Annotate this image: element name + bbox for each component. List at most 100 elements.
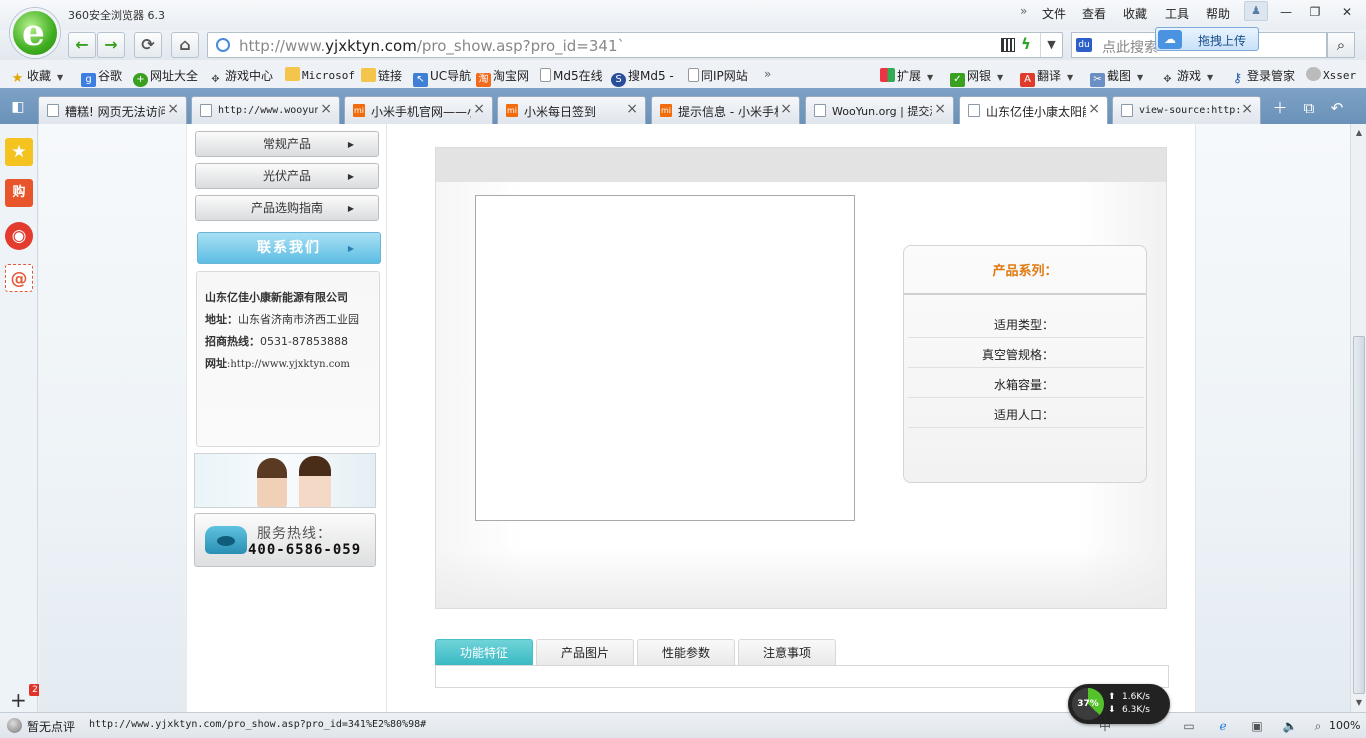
bookmark-taobao[interactable]: 淘淘宝网: [476, 67, 529, 87]
menu-favorites[interactable]: 收藏: [1123, 5, 1147, 22]
favorites-star-icon[interactable]: ★: [5, 138, 33, 166]
upload-speed: ⬆ 1.6K/s: [1108, 692, 1150, 702]
search-input[interactable]: 点此搜索: [1102, 37, 1158, 57]
tab-precautions[interactable]: 注意事项: [738, 639, 836, 665]
scroll-down-icon[interactable]: ▼: [1352, 695, 1366, 711]
bookmark-links[interactable]: 链接: [361, 67, 402, 84]
tab-3[interactable]: mi 小米每日签到 ×: [497, 96, 646, 124]
tab-1[interactable]: http://www.wooyun.org×: [191, 96, 340, 124]
shopping-icon[interactable]: 购: [5, 179, 33, 207]
toolbar-user[interactable]: Xsser: [1306, 67, 1356, 82]
user-icon: [1306, 67, 1321, 81]
add-sidebar-icon[interactable]: +: [10, 688, 27, 712]
company-name: 山东亿佳小康新能源有限公司: [205, 291, 348, 304]
tab-7[interactable]: view-source:http://×: [1112, 96, 1261, 124]
close-tab-icon[interactable]: ×: [167, 101, 179, 117]
close-tab-icon[interactable]: ×: [1088, 101, 1100, 117]
screenshot-icon: ✂: [1090, 73, 1105, 87]
address-input[interactable]: http://www.yjxktyn.com/pro_show.asp?pro_…: [239, 37, 625, 55]
app-title: 360安全浏览器 6.3: [68, 9, 165, 22]
tab-4[interactable]: mi 提示信息 - 小米手机 ×: [651, 96, 800, 124]
skin-icon[interactable]: ♟: [1244, 1, 1268, 21]
category-pv-products[interactable]: 光伏产品 ▶: [195, 163, 379, 189]
baidu-icon[interactable]: du: [1076, 38, 1092, 52]
translate-icon: A: [1020, 73, 1035, 87]
close-tab-icon[interactable]: ×: [934, 101, 946, 117]
tab-performance[interactable]: 性能参数: [637, 639, 735, 665]
bookmark-google[interactable]: g 谷歌: [81, 67, 122, 87]
back-button[interactable]: ←: [68, 32, 96, 58]
network-speed-widget[interactable]: 37% ⬆ 1.6K/s ⬇ 6.3K/s: [1068, 684, 1170, 724]
menu-view[interactable]: 查看: [1082, 5, 1106, 22]
bookmark-site-nav[interactable]: + 网址大全: [133, 67, 198, 87]
menu-help[interactable]: 帮助: [1206, 5, 1230, 22]
toolbar-extensions[interactable]: 扩展 ▼: [880, 67, 933, 84]
bookmark-md5-online[interactable]: Md5在线: [540, 67, 603, 84]
minimize-button[interactable]: —: [1273, 3, 1299, 21]
view-mode-icon[interactable]: ▭: [1180, 717, 1198, 735]
toolbar-login-manager[interactable]: ⚷ 登录管家: [1230, 67, 1295, 86]
volume-icon[interactable]: 🔈: [1281, 717, 1299, 735]
search-button[interactable]: ⌕: [1327, 32, 1355, 58]
rating-icon[interactable]: [7, 718, 22, 733]
speed-percent: 37%: [1072, 688, 1104, 720]
home-button[interactable]: ⌂: [171, 32, 199, 58]
close-tab-icon[interactable]: ×: [1241, 101, 1253, 117]
category-buying-guide[interactable]: 产品选购指南 ▶: [195, 195, 379, 221]
tab-6-active[interactable]: 山东亿佳小康太阳能 ×: [959, 96, 1108, 125]
vertical-scrollbar[interactable]: ▲ ▼: [1350, 124, 1366, 712]
weibo-icon[interactable]: ◉: [5, 222, 33, 250]
tab-2[interactable]: mi小米手机官网——小米×: [344, 96, 493, 124]
undo-close-icon[interactable]: ↶: [1324, 97, 1350, 119]
upload-popup[interactable]: ☁ 拖拽上传: [1155, 27, 1259, 51]
close-tab-icon[interactable]: ×: [473, 101, 485, 117]
ie-mode-icon[interactable]: ℯ: [1214, 717, 1232, 735]
toolbar-bank[interactable]: ✓ 网银 ▼: [950, 67, 1003, 87]
sidebar-toggle-icon[interactable]: ◧: [4, 96, 32, 118]
new-tab-icon[interactable]: ＋: [1267, 97, 1293, 119]
close-tab-icon[interactable]: ×: [320, 101, 332, 117]
tab-features[interactable]: 功能特征: [435, 639, 533, 665]
bookmark-same-ip[interactable]: 同IP网站: [688, 67, 748, 84]
close-tab-icon[interactable]: ×: [780, 101, 792, 117]
toolbar-translate[interactable]: A 翻译 ▼: [1020, 67, 1073, 87]
restore-tab-icon[interactable]: ⧉: [1296, 97, 1322, 119]
window-icon[interactable]: ▣: [1248, 717, 1266, 735]
qrcode-icon[interactable]: [1001, 38, 1015, 52]
bookmarks-overflow-icon[interactable]: »: [764, 67, 771, 81]
menu-tools[interactable]: 工具: [1165, 5, 1189, 22]
tab-0[interactable]: 糟糕! 网页无法访问 ×: [38, 96, 187, 124]
close-tab-icon[interactable]: ×: [626, 101, 638, 117]
category-standard-products[interactable]: 常规产品 ▶: [195, 131, 379, 157]
zoom-icon[interactable]: ⌕: [1309, 717, 1327, 735]
address-bar[interactable]: http://www.yjxktyn.com/pro_show.asp?pro_…: [207, 32, 1063, 58]
forward-button[interactable]: →: [97, 32, 125, 58]
menu-overflow-icon[interactable]: »: [1020, 4, 1027, 18]
bookmark-game-center[interactable]: ✥ 游戏中心: [208, 67, 273, 87]
scroll-thumb[interactable]: [1353, 336, 1365, 694]
speed-mode-icon[interactable]: ϟ: [1021, 35, 1031, 53]
menu-file[interactable]: 文件: [1042, 5, 1066, 22]
toolbar-games[interactable]: ✥ 游戏 ▼: [1160, 67, 1213, 87]
tab-5[interactable]: WooYun.org | 提交漏洞×: [805, 96, 954, 124]
contact-us-button[interactable]: 联系我们 ▶: [197, 232, 381, 264]
restore-button[interactable]: ❐: [1302, 3, 1328, 21]
page-icon: [968, 104, 980, 117]
address-dropdown-button[interactable]: ▼: [1040, 33, 1062, 57]
scroll-up-icon[interactable]: ▲: [1352, 125, 1366, 141]
upload-arrow-icon: ⬆: [1108, 692, 1116, 702]
star-add-icon: ★: [11, 71, 24, 86]
status-comment[interactable]: 暂无点评: [27, 718, 75, 735]
refresh-button[interactable]: ⟳: [134, 32, 162, 58]
product-panel-footer: [436, 548, 1166, 608]
browser-logo-icon[interactable]: e: [10, 8, 60, 58]
bookmark-microsoft[interactable]: Microsof: [285, 67, 355, 82]
toolbar-screenshot[interactable]: ✂ 截图 ▼: [1090, 67, 1143, 87]
bookmark-uc-nav[interactable]: ↖ UC导航: [413, 67, 471, 87]
email-icon[interactable]: @: [5, 264, 33, 292]
zoom-level[interactable]: 100%: [1329, 719, 1360, 732]
close-button[interactable]: ✕: [1334, 3, 1360, 21]
bookmark-favorites[interactable]: ★ 收藏 ▼: [10, 67, 64, 86]
tab-product-images[interactable]: 产品图片: [536, 639, 634, 665]
bookmark-somd5[interactable]: S 搜Md5 -: [611, 67, 674, 87]
